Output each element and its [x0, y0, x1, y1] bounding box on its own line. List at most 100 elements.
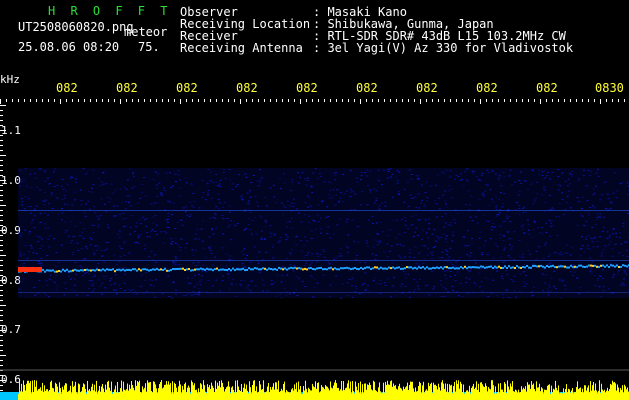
noise-speck	[114, 189, 117, 191]
noise-speck	[522, 271, 525, 273]
amplitude-bar	[105, 384, 106, 400]
noise-speck	[81, 235, 84, 237]
amplitude-bar	[480, 382, 481, 400]
amplitude-bar	[153, 381, 154, 400]
noise-speck	[591, 261, 594, 263]
noise-speck	[391, 285, 394, 286]
noise-speck	[359, 204, 362, 206]
x-minor-tick	[240, 99, 241, 104]
amplitude-bar	[537, 387, 538, 400]
signal-segment	[318, 267, 320, 270]
noise-speck	[41, 262, 44, 264]
noise-speck	[386, 177, 389, 179]
noise-speck	[361, 284, 364, 286]
noise-speck	[587, 169, 590, 171]
noise-speck	[562, 214, 565, 215]
noise-speck	[426, 197, 429, 199]
noise-speck	[494, 226, 497, 228]
noise-speck	[560, 297, 563, 299]
noise-speck	[626, 249, 629, 251]
amplitude-bar	[356, 386, 357, 400]
noise-speck	[325, 216, 328, 218]
noise-speck	[314, 279, 317, 281]
amplitude-bar	[372, 390, 373, 400]
noise-speck	[212, 217, 215, 218]
noise-speck	[231, 284, 234, 286]
amplitude-bar	[273, 383, 274, 400]
amplitude-bar	[230, 393, 231, 400]
noise-speck	[596, 213, 599, 215]
noise-speck	[195, 264, 197, 266]
noise-speck	[569, 271, 572, 273]
amplitude-bar	[379, 382, 380, 400]
y-minor-tick	[0, 180, 6, 181]
noise-speck	[371, 253, 374, 255]
noise-speck	[326, 206, 329, 208]
noise-speck	[201, 197, 204, 199]
noise-speck	[133, 176, 135, 178]
noise-speck	[310, 238, 313, 239]
noise-speck	[87, 191, 90, 193]
amplitude-bar	[604, 389, 605, 400]
amplitude-bar	[172, 381, 173, 400]
x-minor-tick	[384, 99, 385, 102]
noise-speck	[247, 224, 250, 225]
noise-speck	[217, 184, 219, 186]
noise-speck	[579, 214, 582, 216]
noise-speck	[543, 178, 546, 180]
noise-speck	[369, 170, 372, 172]
noise-speck	[538, 246, 541, 248]
amplitude-bar	[588, 385, 589, 400]
signal-segment	[502, 267, 504, 269]
amplitude-bar	[293, 390, 294, 400]
noise-speck	[295, 208, 298, 210]
noise-speck	[615, 197, 618, 199]
noise-speck	[500, 237, 503, 239]
signal-segment	[192, 269, 194, 272]
noise-speck	[231, 183, 234, 185]
signal-segment	[432, 266, 434, 269]
noise-speck	[107, 227, 110, 229]
noise-speck	[123, 267, 126, 269]
noise-speck	[284, 206, 287, 208]
noise-speck	[402, 270, 405, 272]
signal-segment	[66, 268, 68, 271]
noise-speck	[44, 212, 46, 214]
noise-speck	[23, 208, 26, 210]
amplitude-bar	[235, 380, 236, 400]
signal-segment	[336, 268, 338, 271]
noise-speck	[386, 256, 389, 258]
y-minor-tick	[0, 280, 6, 281]
noise-speck	[29, 231, 32, 233]
noise-speck	[351, 296, 354, 298]
amplitude-bar	[260, 384, 261, 400]
amplitude-bar	[610, 383, 611, 400]
noise-speck	[244, 173, 247, 175]
noise-speck	[328, 197, 331, 199]
noise-speck	[174, 293, 177, 295]
noise-speck	[79, 265, 82, 267]
noise-speck	[497, 198, 500, 200]
amplitude-bar	[491, 380, 492, 400]
x-minor-tick	[60, 99, 61, 104]
noise-speck	[431, 251, 434, 253]
noise-speck	[179, 179, 182, 181]
noise-speck	[513, 231, 516, 233]
amplitude-bar	[118, 392, 119, 400]
signal-segment	[478, 266, 480, 269]
noise-speck	[42, 200, 45, 202]
noise-speck	[585, 236, 588, 238]
amplitude-bar	[474, 389, 475, 400]
noise-speck	[549, 262, 552, 264]
signal-segment	[132, 268, 134, 271]
noise-speck	[226, 218, 229, 219]
noise-speck	[84, 215, 87, 217]
signal-segment	[538, 265, 540, 268]
noise-speck	[492, 279, 495, 281]
noise-speck	[69, 178, 72, 180]
noise-speck	[495, 204, 498, 206]
x-minor-tick	[96, 99, 97, 102]
amplitude-bar	[44, 385, 45, 400]
noise-speck	[413, 291, 415, 292]
noise-speck	[119, 256, 122, 258]
